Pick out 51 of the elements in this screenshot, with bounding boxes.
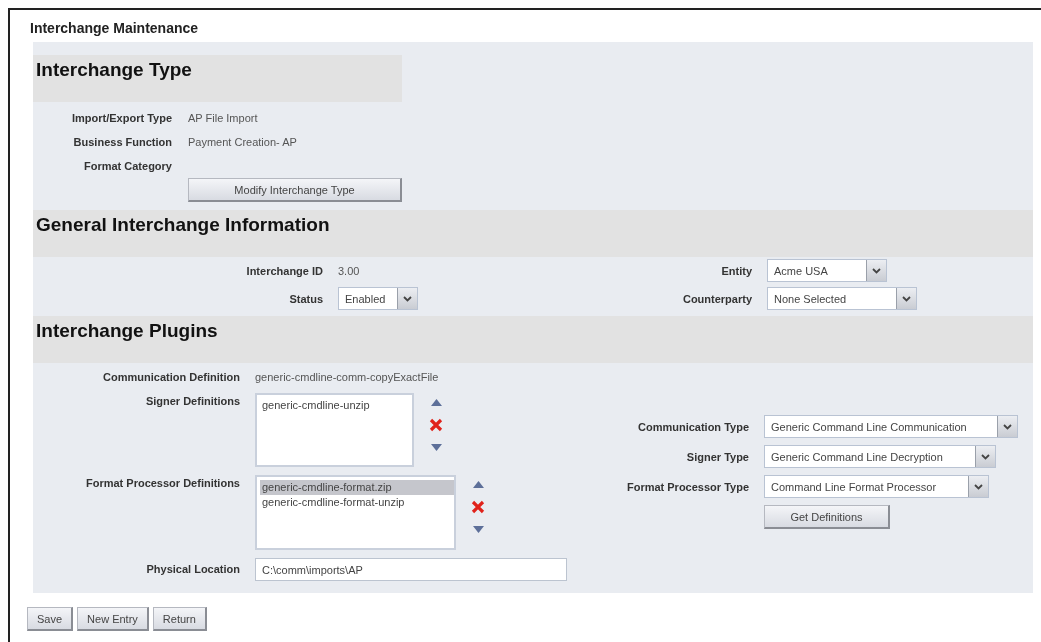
chevron-down-icon: [1003, 423, 1012, 430]
chevron-down-icon: [974, 483, 983, 490]
chevron-down-icon: [872, 267, 881, 274]
field-label: Import/Export Type: [70, 111, 172, 126]
form-button[interactable]: New Entry: [77, 607, 149, 631]
field-value: generic-cmdline-comm-copyExactFile: [255, 370, 440, 385]
field-label: Signer Type: [685, 450, 749, 463]
field-label: Counterparty: [681, 292, 752, 305]
remove-icon[interactable]: [471, 500, 485, 514]
move-up-icon[interactable]: [430, 399, 442, 406]
field-label: Format Category: [82, 159, 172, 174]
definitions-listbox[interactable]: generic-cmdline-unzip: [255, 393, 414, 467]
field-label: Communication Definition: [102, 370, 240, 385]
section-heading: General Interchange Information: [33, 210, 1033, 257]
field-value: 3.00: [338, 264, 361, 277]
list-item[interactable]: generic-cmdline-format-unzip: [260, 495, 454, 510]
signer-type-select[interactable]: Generic Command Line Decryption: [764, 445, 996, 468]
section-heading: Interchange Plugins: [33, 316, 1033, 363]
field-label: Status: [288, 292, 323, 305]
chevron-down-icon: [403, 295, 412, 302]
counterparty-select[interactable]: None Selected: [767, 287, 917, 310]
field-label: Format Processor Definitions: [84, 476, 240, 491]
remove-icon[interactable]: [429, 418, 443, 432]
field-label: Business Function: [72, 135, 172, 150]
modify-type-button[interactable]: Modify Interchange Type: [188, 178, 402, 202]
page-title: Interchange Maintenance: [30, 19, 200, 38]
list-item[interactable]: generic-cmdline-format.zip: [260, 480, 454, 495]
move-up-icon[interactable]: [472, 481, 484, 488]
location-field[interactable]: C:\comm\imports\AP: [255, 558, 567, 581]
move-down-icon[interactable]: [430, 444, 442, 451]
status-select[interactable]: Enabled: [338, 287, 418, 310]
field-label: Format Processor Type: [625, 480, 749, 493]
definitions-listbox[interactable]: generic-cmdline-format.zip generic-cmdline-format-unzip: [255, 475, 456, 550]
field-label: Physical Location: [145, 562, 240, 577]
field-label: Communication Type: [636, 420, 749, 433]
get-definitions-button[interactable]: Get Definitions: [764, 505, 890, 529]
entity-select[interactable]: Acme USA: [767, 259, 887, 282]
format-processor-select[interactable]: Command Line Format Processor: [764, 475, 989, 498]
field-label: Entity: [720, 264, 752, 277]
form-button[interactable]: Save: [27, 607, 74, 631]
section-heading: Interchange Type: [33, 55, 402, 102]
field-label: Signer Definitions: [144, 394, 240, 409]
communication-type-select[interactable]: Generic Command Line Communication: [764, 415, 1018, 438]
field-value: Payment Creation- AP: [188, 135, 298, 150]
chevron-down-icon: [981, 453, 990, 460]
field-label: Interchange ID: [245, 264, 323, 277]
form-button[interactable]: Return: [152, 607, 207, 631]
chevron-down-icon: [902, 295, 911, 302]
move-down-icon[interactable]: [472, 526, 484, 533]
list-item[interactable]: generic-cmdline-unzip: [260, 398, 412, 413]
field-value: AP File Import: [188, 111, 259, 126]
